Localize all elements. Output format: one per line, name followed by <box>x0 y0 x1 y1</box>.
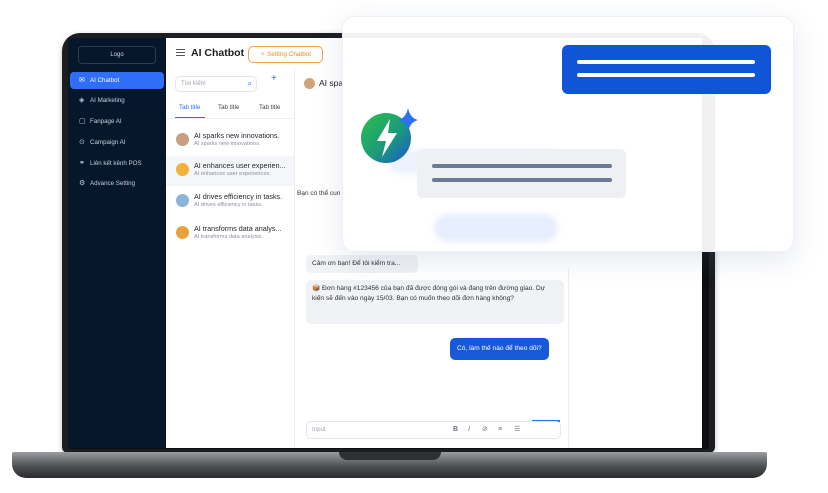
sparkle-icon: ✧ <box>259 51 268 58</box>
avatar <box>176 194 189 207</box>
italic-icon[interactable]: I <box>468 422 470 438</box>
conversation-item[interactable]: AI sparks new innovations. AI sparks new… <box>166 126 294 156</box>
divider <box>166 118 294 119</box>
link-icon: ⚭ <box>79 160 85 167</box>
message-input[interactable]: Input B I ⊘ ≡ ☰ <box>306 421 561 439</box>
panel-divider <box>568 268 569 448</box>
sidebar-item-ai-chatbot[interactable]: ✉ AI Chatbot <box>70 72 164 89</box>
sidebar-item-ai-marketing[interactable]: ◈ AI Marketing <box>70 92 164 109</box>
sidebar-item-label: AI Chatbot <box>90 77 120 84</box>
conversation-title: AI drives efficiency in tasks. <box>194 192 283 201</box>
bullet-list-icon[interactable]: ≡ <box>498 422 502 438</box>
setting-chatbot-label: Setting Chatbot <box>267 51 312 58</box>
partial-message: Bạn có thể cun <box>297 190 341 197</box>
sidebar-item-campaign-ai[interactable]: ⊙ Campaign AI <box>70 134 164 151</box>
campaign-icon: ⊙ <box>79 139 85 146</box>
laptop-notch <box>339 452 441 460</box>
conversation-subtitle: AI transforms data analysis. <box>194 234 264 240</box>
avatar <box>176 226 189 239</box>
bot-message: Cảm ơn bạn! Để tôi kiểm tra... <box>306 255 418 273</box>
avatar <box>176 163 189 176</box>
conversation-item[interactable]: AI drives efficiency in tasks. AI drives… <box>166 187 294 217</box>
conversation-item[interactable]: AI enhances user experien... AI enhances… <box>166 156 294 186</box>
placeholder-line <box>432 178 612 182</box>
setting-chatbot-button[interactable]: ✧ Setting Chatbot <box>248 46 323 63</box>
conversation-subtitle: AI enhances user experiences. <box>194 171 271 177</box>
search-input[interactable]: Tìm kiếm ⌕ <box>175 76 257 92</box>
decorative-blur <box>434 214 558 242</box>
link-icon[interactable]: ⊘ <box>482 422 488 438</box>
tab-2[interactable]: Tab title <box>218 104 239 111</box>
chat-icon: ✉ <box>79 77 85 84</box>
input-placeholder: Input <box>312 426 326 433</box>
page-title: AI Chatbot <box>191 47 245 59</box>
placeholder-line <box>577 73 755 77</box>
placeholder-line <box>432 164 612 168</box>
conversation-title: AI sparks new innovations. <box>194 131 280 140</box>
chat-contact-avatar <box>304 78 315 89</box>
ai-lightning-logo-icon <box>361 108 418 163</box>
placeholder-line <box>577 60 755 64</box>
sidebar-item-pos-link[interactable]: ⚭ Liên kết kênh POS <box>70 155 164 172</box>
column-divider <box>294 68 295 448</box>
numbered-list-icon[interactable]: ☰ <box>514 422 520 438</box>
sidebar-item-fanpage-ai[interactable]: ▢ Fanpage AI <box>70 113 164 130</box>
add-conversation-icon[interactable]: + <box>271 73 277 84</box>
conversation-subtitle: AI sparks new innovations. <box>194 141 261 147</box>
user-message: Có, làm thế nào để theo dõi? <box>450 338 549 360</box>
search-placeholder: Tìm kiếm <box>181 81 206 87</box>
avatar <box>176 133 189 146</box>
tab-1[interactable]: Tab title <box>179 104 200 111</box>
bot-message: 📦 Đơn hàng #123456 của bạn đã được đóng … <box>306 280 564 324</box>
conversation-item[interactable]: AI transforms data analys... AI transfor… <box>166 219 294 249</box>
sidebar-item-label: Advance Setting <box>90 180 136 187</box>
conversation-subtitle: AI drives efficiency in tasks. <box>194 202 263 208</box>
sidebar-item-label: Campaign AI <box>90 139 126 146</box>
chat-contact-name: AI spa <box>319 78 344 88</box>
search-icon[interactable]: ⌕ <box>248 77 252 91</box>
page-icon: ▢ <box>79 118 86 125</box>
sidebar-item-label: Fanpage AI <box>90 118 122 125</box>
menu-icon[interactable] <box>176 49 185 57</box>
tab-3[interactable]: Tab title <box>259 104 280 111</box>
conversation-title: AI enhances user experien... <box>194 161 286 170</box>
conversation-title: AI transforms data analys... <box>194 224 282 233</box>
bold-icon[interactable]: B <box>453 422 458 438</box>
sidebar-item-label: AI Marketing <box>90 97 125 104</box>
illustration-user-bubble <box>562 45 771 94</box>
marketing-icon: ◈ <box>79 97 85 104</box>
sidebar: Logo ✉ AI Chatbot ◈ AI Marketing ▢ Fanpa… <box>68 38 166 448</box>
gear-icon: ⚙ <box>79 180 86 187</box>
sidebar-item-advance-setting[interactable]: ⚙ Advance Setting <box>70 175 164 192</box>
illustration-bot-bubble <box>417 149 626 198</box>
sidebar-item-label: Liên kết kênh POS <box>90 160 142 167</box>
logo: Logo <box>78 46 156 64</box>
